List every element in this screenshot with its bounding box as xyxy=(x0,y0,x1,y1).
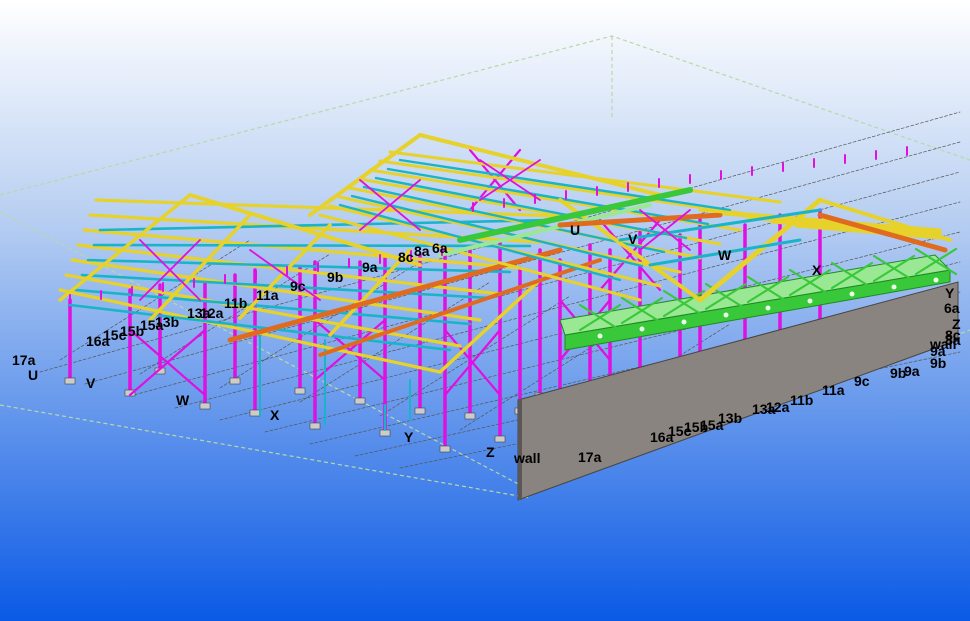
wall-edge xyxy=(518,398,522,500)
grid-label-left: 9a xyxy=(362,259,378,275)
roof-grid-label: X xyxy=(812,262,822,278)
grid-label-left: 17a xyxy=(12,352,36,368)
column-base-plate xyxy=(309,422,321,430)
column-base-plate xyxy=(414,407,426,415)
right-edge-label: Y xyxy=(945,285,955,301)
truss-opening xyxy=(639,326,645,332)
wall-grid-label: 11a xyxy=(822,382,845,398)
truss-opening xyxy=(681,319,687,325)
roof-grid-label: U xyxy=(570,222,580,238)
structural-model-view[interactable]: 17a16a15c15b15a13b13a12a11b 11a9c9b9a8c 8a… xyxy=(0,0,970,621)
column-base-plate xyxy=(439,445,451,453)
right-edge-label: 8a xyxy=(945,332,961,348)
grid-label-letter: Z xyxy=(486,444,495,460)
grid-label-left: 8c xyxy=(398,249,414,265)
grid-label-left: 13b xyxy=(155,314,179,330)
wall-label: wall xyxy=(513,450,540,466)
grid-label-left: 8a xyxy=(414,243,430,259)
truss-opening xyxy=(807,298,813,304)
grid-label-letter: W xyxy=(176,392,190,408)
wall-grid-label: 9a xyxy=(904,363,920,379)
grid-label-letter: Y xyxy=(404,429,414,445)
grid-label-left: 9c xyxy=(290,278,306,294)
wall-grid-label: 17a xyxy=(578,449,602,465)
3d-model-viewport[interactable]: 17a 16a 15c 15b 15a 13b 13a 12a 11b 11a 9c 9b 9a 8c 8a… xyxy=(0,0,970,621)
column-base-plate xyxy=(494,435,506,443)
column-base-plate xyxy=(464,412,476,420)
wall-grid-label: 9c xyxy=(854,373,870,389)
wall-grid-label: 12a xyxy=(766,399,790,415)
truss-opening xyxy=(933,277,939,283)
column-base-plate xyxy=(199,402,211,410)
wall-grid-label: 13b xyxy=(718,410,742,426)
grid-label-letter: X xyxy=(270,407,280,423)
roof-grid-label: W xyxy=(718,247,732,263)
column-base-plate xyxy=(294,387,306,395)
column-base-plate xyxy=(64,377,76,385)
grid-label-left: 11a xyxy=(256,287,279,303)
grid-label-left: 12a xyxy=(200,305,224,321)
grid-label-left: 6a xyxy=(432,240,448,256)
right-edge-label: 6a xyxy=(944,300,960,316)
truss-opening xyxy=(723,312,729,318)
viewport-background xyxy=(0,0,970,621)
grid-label-letter: U xyxy=(28,367,38,383)
right-edge-label: 9b xyxy=(930,355,946,371)
column-base-plate xyxy=(249,409,261,417)
truss-opening xyxy=(891,284,897,290)
truss-opening xyxy=(597,333,603,339)
truss-opening xyxy=(849,291,855,297)
column-base-plate xyxy=(229,377,241,385)
grid-label-left: 9b xyxy=(327,269,343,285)
truss-opening xyxy=(765,305,771,311)
grid-label-left: 11b xyxy=(224,295,247,311)
column-base-plate xyxy=(354,397,366,405)
roof-grid-label: V xyxy=(628,231,638,247)
grid-label-letter: V xyxy=(86,375,96,391)
wall-grid-label: 11b xyxy=(790,392,813,408)
